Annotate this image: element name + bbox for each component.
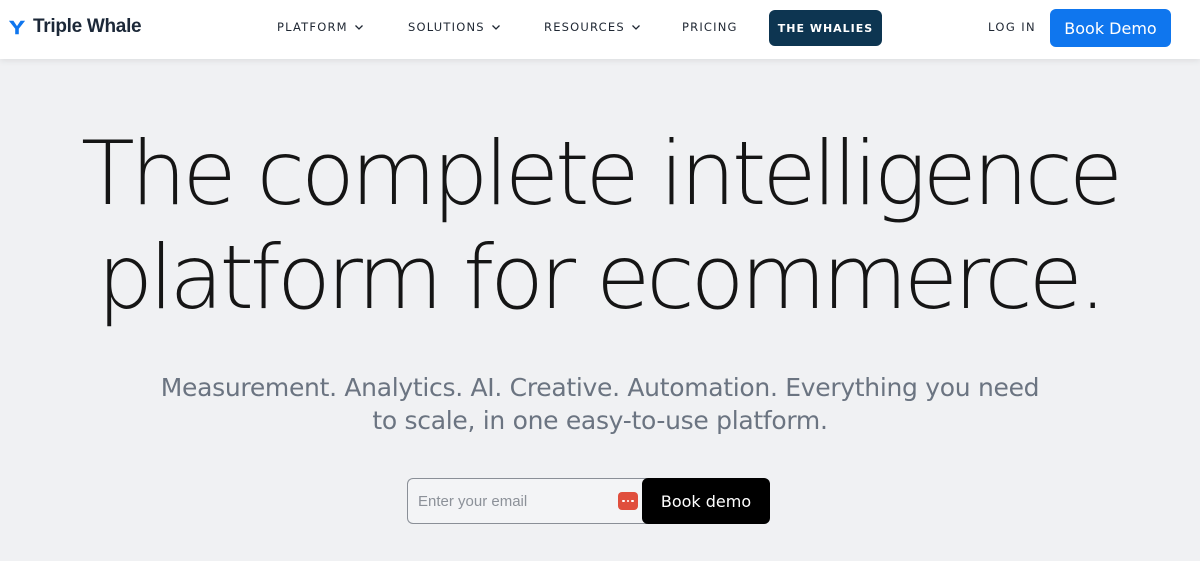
nav-solutions[interactable]: SOLUTIONS: [408, 20, 501, 34]
nav-platform[interactable]: PLATFORM: [277, 20, 364, 34]
brand-name: Triple Whale: [33, 16, 142, 37]
chevron-down-icon: [491, 25, 500, 30]
book-demo-nav-button[interactable]: Book Demo: [1050, 9, 1171, 47]
login-link[interactable]: LOG IN: [988, 20, 1036, 34]
hero-title-line-2: platform for ecommerce.: [97, 226, 1107, 329]
chevron-down-icon: [631, 25, 640, 30]
top-navigation: Triple Whale PLATFORM SOLUTIONS RESOURCE…: [0, 0, 1200, 59]
chevron-down-icon: [354, 25, 363, 30]
hero-subtitle-line-2: to scale, in one easy-to-use platform.: [372, 406, 828, 435]
book-demo-button[interactable]: Book demo: [642, 478, 770, 524]
email-field-wrapper: [407, 478, 647, 524]
nav-platform-label: PLATFORM: [277, 20, 348, 34]
hero-title: The complete intelligence platform for e…: [0, 122, 1200, 330]
email-input[interactable]: [418, 479, 608, 523]
nav-solutions-label: SOLUTIONS: [408, 20, 485, 34]
nav-resources[interactable]: RESOURCES: [544, 20, 641, 34]
the-whalies-button[interactable]: THE WHALIES: [769, 10, 882, 46]
triple-whale-logo-icon: [8, 20, 26, 35]
hero-title-line-1: The complete intelligence: [80, 122, 1123, 225]
password-manager-icon[interactable]: [618, 492, 638, 510]
nav-pricing-label: PRICING: [682, 20, 738, 34]
hero-subtitle: Measurement. Analytics. AI. Creative. Au…: [100, 371, 1100, 437]
nav-resources-label: RESOURCES: [544, 20, 625, 34]
nav-pricing[interactable]: PRICING: [682, 20, 738, 34]
brand-logo[interactable]: Triple Whale: [8, 14, 142, 40]
hero-subtitle-line-1: Measurement. Analytics. AI. Creative. Au…: [160, 373, 1040, 402]
